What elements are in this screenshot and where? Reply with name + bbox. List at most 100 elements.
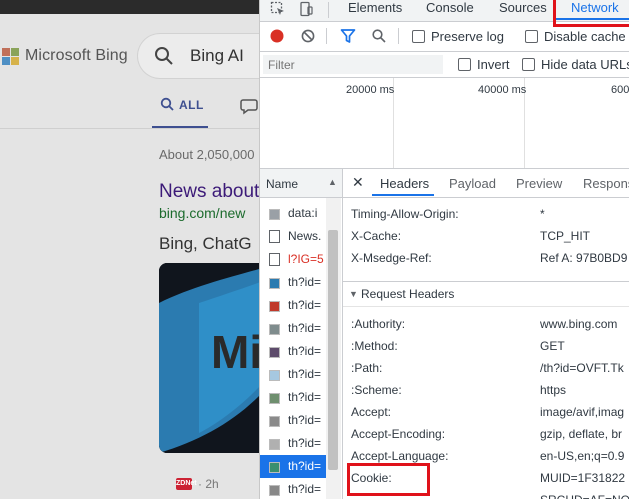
- name-column-label: Name: [266, 177, 299, 191]
- header-value: MUID=1F31822: [540, 471, 626, 485]
- tab-sources[interactable]: Sources: [499, 0, 547, 15]
- preserve-log-label: Preserve log: [431, 29, 504, 44]
- header-name: Accept-Language:: [351, 449, 449, 463]
- timeline-tick-label: 20000 ms: [346, 84, 395, 96]
- header-row[interactable]: Timing-Allow-Origin: *: [351, 204, 629, 224]
- header-name: :Path:: [351, 361, 383, 375]
- disable-cache-label: Disable cache: [544, 29, 626, 44]
- search-icon[interactable]: [372, 29, 386, 43]
- request-row[interactable]: th?id=: [260, 478, 326, 499]
- hide-data-urls-checkbox[interactable]: [522, 58, 535, 71]
- filter-icon[interactable]: [340, 28, 356, 44]
- request-row[interactable]: th?id=: [260, 340, 326, 363]
- request-row[interactable]: th?id=: [260, 432, 326, 455]
- image-icon: [269, 416, 280, 427]
- request-headers-toggle[interactable]: ▼ Request Headers: [343, 282, 629, 307]
- timeline-tick-label: 600: [611, 84, 629, 96]
- header-value: *: [540, 207, 545, 221]
- request-row[interactable]: th?id=: [260, 386, 326, 409]
- bing-logo[interactable]: Microsoft Bing: [2, 46, 128, 66]
- result-title-link[interactable]: News about: [159, 181, 259, 203]
- inspect-element-icon[interactable]: [270, 1, 286, 17]
- header-row[interactable]: :Scheme: https: [351, 380, 629, 400]
- header-row[interactable]: Accept-Encoding: gzip, deflate, br: [351, 424, 629, 444]
- image-icon: [269, 347, 280, 358]
- tab-payload[interactable]: Payload: [449, 176, 496, 191]
- clear-icon[interactable]: [301, 29, 315, 43]
- request-name: th?id=: [288, 482, 322, 496]
- filter-bar: Invert Hide data URLs: [260, 52, 629, 78]
- sort-caret-icon: ▲: [328, 177, 337, 187]
- request-row[interactable]: l?IG=5: [260, 248, 326, 271]
- microsoft-logo-icon: [2, 47, 19, 65]
- tab-console[interactable]: Console: [426, 0, 474, 15]
- timeline-tick-label: 40000 ms: [478, 84, 527, 96]
- chat-icon[interactable]: [240, 97, 258, 115]
- hide-data-urls-label: Hide data URLs: [541, 57, 629, 72]
- image-icon: [269, 462, 280, 473]
- filter-input[interactable]: [263, 55, 443, 74]
- header-value: TCP_HIT: [540, 229, 591, 243]
- request-row[interactable]: th?id=: [260, 294, 326, 317]
- news-age: · 2h: [198, 477, 219, 491]
- record-icon[interactable]: [270, 29, 284, 43]
- close-icon[interactable]: ✕: [352, 174, 364, 191]
- header-row[interactable]: :Path: /th?id=OVFT.Tk: [351, 358, 629, 378]
- request-row[interactable]: th?id=: [260, 363, 326, 386]
- request-name: th?id=: [288, 367, 322, 381]
- news-heading[interactable]: Bing, ChatG: [159, 234, 252, 254]
- header-row[interactable]: :Method: GET: [351, 336, 629, 356]
- disable-cache-checkbox[interactable]: [525, 30, 538, 43]
- active-tab-indicator: [372, 194, 434, 196]
- tab-elements[interactable]: Elements: [348, 0, 402, 15]
- header-name: Timing-Allow-Origin:: [351, 207, 459, 221]
- header-name: X-Cache:: [351, 229, 402, 243]
- header-value: en-US,en;q=0.9: [540, 449, 625, 463]
- request-name: l?IG=5: [288, 252, 324, 266]
- divider: [398, 28, 399, 44]
- request-row[interactable]: th?id=: [260, 271, 326, 294]
- news-card-text: Mi: [211, 326, 263, 378]
- header-name: X-Msedge-Ref:: [351, 251, 432, 265]
- header-row[interactable]: X-Cache: TCP_HIT: [351, 226, 629, 246]
- invert-label: Invert: [477, 57, 510, 72]
- request-name: th?id=: [288, 436, 322, 450]
- header-value: Ref A: 97B0BD9: [540, 251, 628, 265]
- header-row[interactable]: Accept: image/avif,imag: [351, 402, 629, 422]
- search-query-text[interactable]: Bing AI: [190, 46, 244, 66]
- tab-headers[interactable]: Headers: [380, 176, 429, 191]
- highlight-box-network-tab: [553, 0, 629, 27]
- invert-checkbox[interactable]: [458, 58, 471, 71]
- request-name: th?id=: [288, 321, 322, 335]
- header-name: :Scheme:: [351, 383, 402, 397]
- request-row[interactable]: data:i: [260, 202, 326, 225]
- preserve-log-checkbox[interactable]: [412, 30, 425, 43]
- request-headers-title: Request Headers: [361, 287, 455, 301]
- header-row[interactable]: X-Msedge-Ref: Ref A: 97B0BD9: [351, 248, 629, 268]
- request-row[interactable]: News.: [260, 225, 326, 248]
- tab-all[interactable]: ALL: [152, 94, 208, 129]
- request-name: th?id=: [288, 344, 322, 358]
- name-column-header[interactable]: Name ▲: [260, 169, 343, 198]
- logo-text: Microsoft Bing: [25, 47, 128, 64]
- request-row[interactable]: th?id=: [260, 317, 326, 340]
- header-value: GET: [540, 339, 565, 353]
- request-row[interactable]: th?id=: [260, 409, 326, 432]
- image-icon: [269, 393, 280, 404]
- result-url[interactable]: bing.com/new: [159, 205, 245, 221]
- news-meta: ZDNet · 2h: [176, 477, 219, 491]
- divider: [328, 2, 329, 18]
- request-row[interactable]: th?id=: [260, 455, 326, 478]
- tab-preview[interactable]: Preview: [516, 176, 562, 191]
- document-icon: [269, 253, 280, 266]
- image-icon: [269, 485, 280, 496]
- device-toolbar-icon[interactable]: [298, 1, 314, 17]
- request-list: th?id= th?id= th?id= th?id= th?id= th?id= th?i…: [260, 198, 343, 499]
- tab-response[interactable]: Respons: [583, 176, 629, 191]
- header-name: :Authority:: [351, 317, 406, 331]
- image-icon: [269, 301, 280, 312]
- header-row[interactable]: :Authority: www.bing.com: [351, 314, 629, 334]
- scrollbar-thumb[interactable]: [328, 230, 338, 470]
- timeline-overview[interactable]: 20000 ms 40000 ms 600: [260, 78, 629, 169]
- header-name: Accept-Encoding:: [351, 427, 446, 441]
